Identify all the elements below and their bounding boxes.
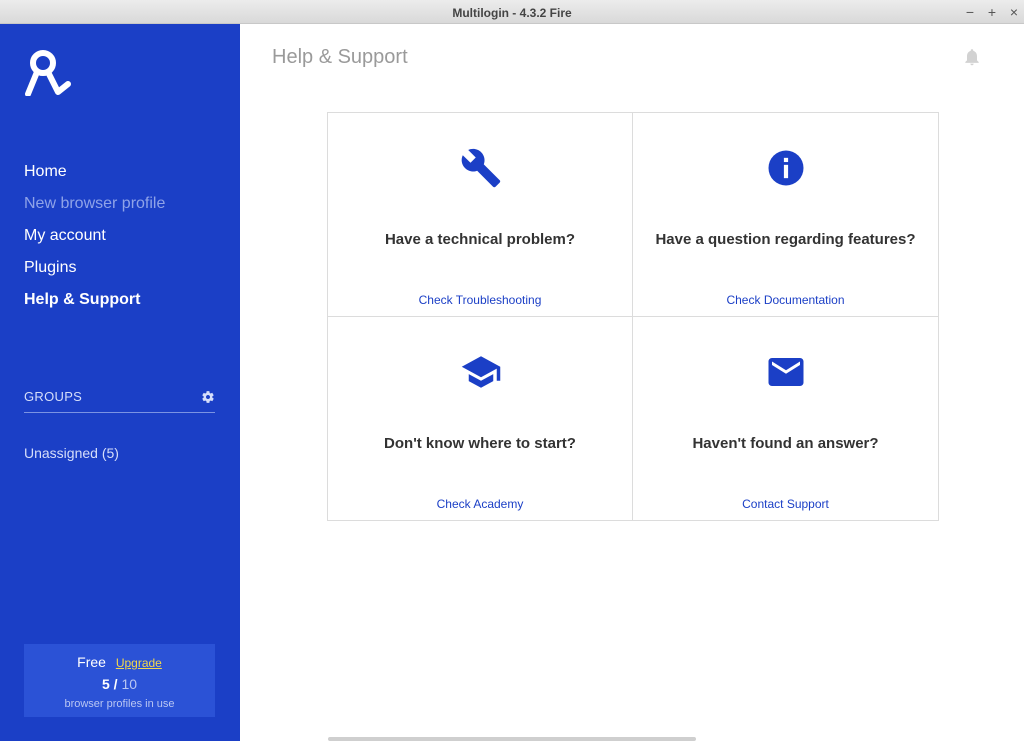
horizontal-scrollbar[interactable] xyxy=(328,737,696,741)
wrench-icon xyxy=(461,148,501,188)
info-icon xyxy=(768,150,804,186)
check-troubleshooting-link[interactable]: Check Troubleshooting xyxy=(328,293,632,307)
upgrade-link[interactable]: Upgrade xyxy=(116,656,162,670)
plan-name: Free xyxy=(77,654,106,670)
sidebar: Home New browser profile My account Plug… xyxy=(0,24,240,741)
check-documentation-link[interactable]: Check Documentation xyxy=(633,293,938,307)
bell-icon[interactable] xyxy=(962,47,982,67)
card-question: Haven't found an answer? xyxy=(692,435,879,452)
help-card-contact: Haven't found an answer? Contact Support xyxy=(633,317,938,521)
groups-title: GROUPS xyxy=(24,389,83,404)
maximize-button[interactable]: + xyxy=(983,3,1001,21)
gear-icon[interactable] xyxy=(201,390,215,404)
contact-support-link[interactable]: Contact Support xyxy=(633,497,938,511)
help-card-features: Have a question regarding features? Chec… xyxy=(633,113,938,317)
card-question: Have a technical problem? xyxy=(384,231,576,248)
window-titlebar: Multilogin - 4.3.2 Fire − + × xyxy=(0,0,1024,24)
card-question: Don't know where to start? xyxy=(384,435,576,452)
page-title: Help & Support xyxy=(272,46,408,68)
plan-usage-box: Free Upgrade 5 / 10 browser profiles in … xyxy=(24,644,215,717)
envelope-icon xyxy=(768,358,804,386)
card-question: Have a question regarding features? xyxy=(655,231,916,248)
nav-item-help-support[interactable]: Help & Support xyxy=(24,290,165,322)
check-academy-link[interactable]: Check Academy xyxy=(328,497,632,511)
nav-item-plugins[interactable]: Plugins xyxy=(24,258,165,290)
profiles-used: 5 / xyxy=(101,676,118,692)
nav-item-new-browser-profile[interactable]: New browser profile xyxy=(24,194,165,226)
profiles-caption: browser profiles in use xyxy=(64,698,175,710)
minimize-button[interactable]: − xyxy=(961,3,979,21)
help-card-start: Don't know where to start? Check Academy xyxy=(328,317,633,521)
nav-item-my-account[interactable]: My account xyxy=(24,226,165,258)
window-title: Multilogin - 4.3.2 Fire xyxy=(452,6,572,20)
group-item-unassigned[interactable]: Unassigned (5) xyxy=(24,445,119,461)
help-cards-grid: Have a technical problem? Check Troubles… xyxy=(327,112,939,521)
groups-header: GROUPS xyxy=(24,388,215,413)
multilogin-logo-icon[interactable] xyxy=(24,48,72,96)
profiles-limit: 10 xyxy=(121,676,138,692)
help-card-technical: Have a technical problem? Check Troubles… xyxy=(328,113,633,317)
close-button[interactable]: × xyxy=(1005,3,1023,21)
graduation-cap-icon xyxy=(461,356,501,388)
nav-item-home[interactable]: Home xyxy=(24,162,165,194)
sidebar-nav: Home New browser profile My account Plug… xyxy=(24,162,165,322)
